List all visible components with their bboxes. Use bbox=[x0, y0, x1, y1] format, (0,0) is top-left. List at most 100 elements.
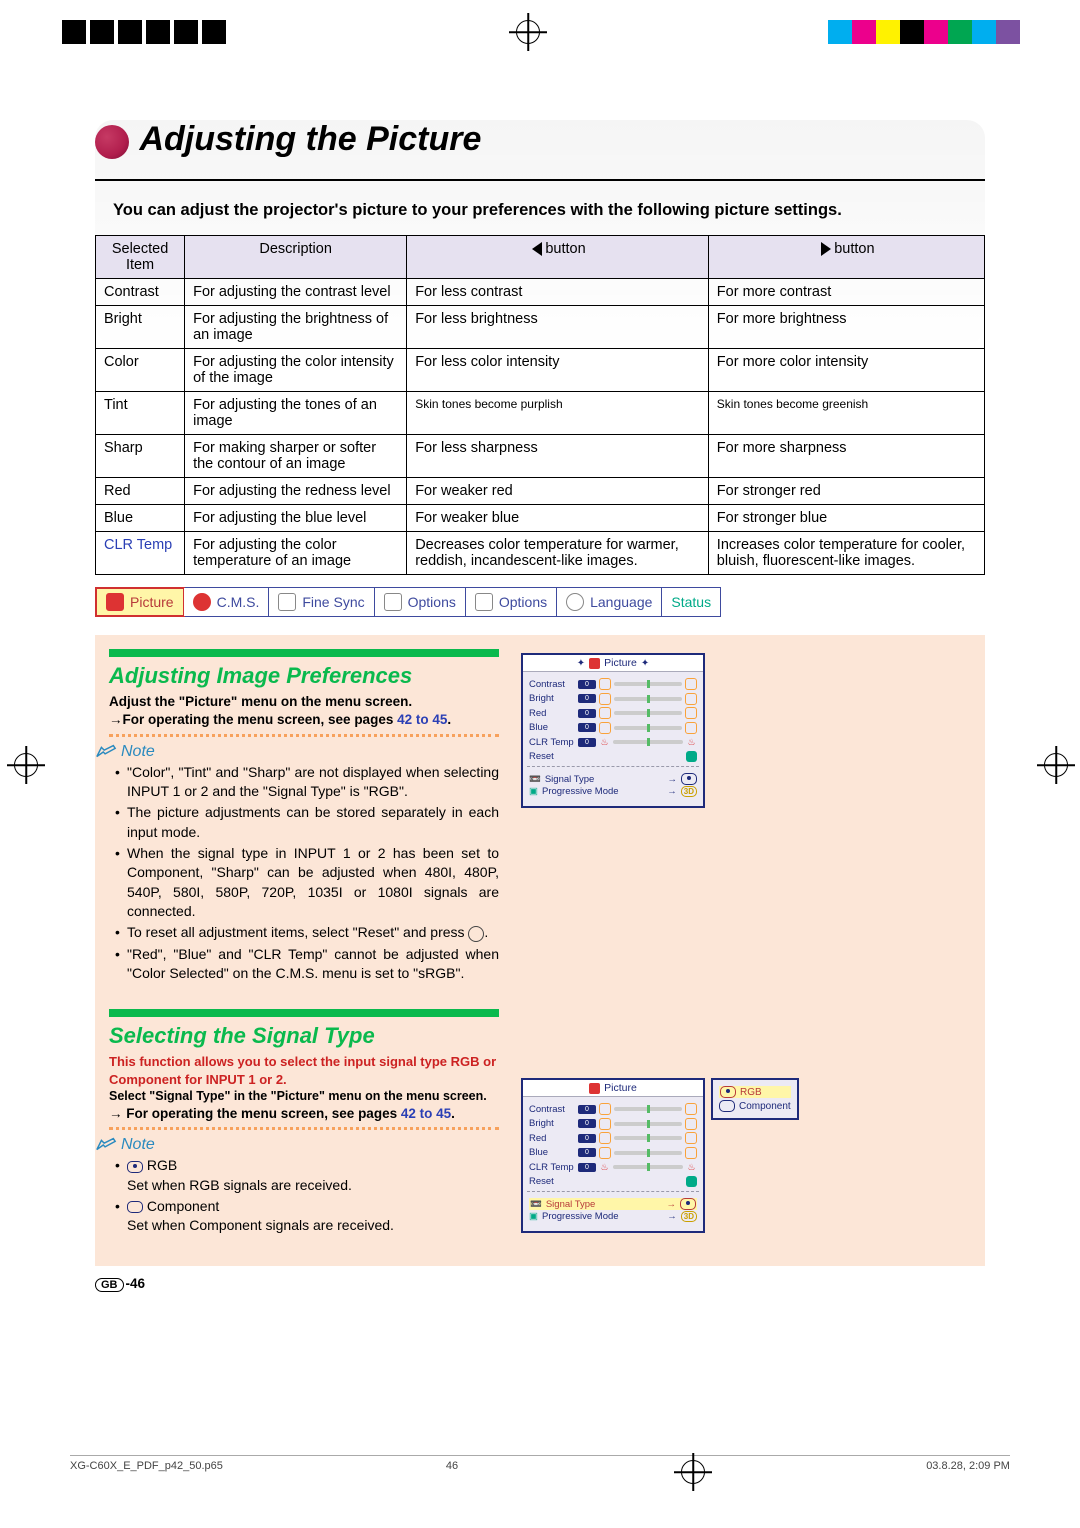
th-left-button: button bbox=[407, 236, 709, 279]
options-icon bbox=[384, 593, 402, 611]
table-row: TintFor adjusting the tones of an imageS… bbox=[96, 392, 985, 435]
slider-max-icon bbox=[685, 707, 697, 719]
tab-picture[interactable]: Picture bbox=[95, 587, 185, 617]
menu-tab-strip: Picture C.M.S. Fine Sync Options Options… bbox=[95, 587, 721, 617]
rgb-symbol-icon bbox=[720, 1086, 736, 1098]
note-item: "Color", "Tint" and "Sharp" are not disp… bbox=[115, 763, 499, 802]
cell-desc: For adjusting the blue level bbox=[185, 505, 407, 532]
cell-desc: For making sharper or softer the contour… bbox=[185, 435, 407, 478]
cell-right: For more brightness bbox=[708, 306, 984, 349]
tab-status[interactable]: Status bbox=[662, 588, 720, 616]
sec2-red-text: This function allows you to select the i… bbox=[109, 1053, 499, 1088]
osd-progressive[interactable]: ▣Progressive Mode→3D bbox=[529, 1211, 697, 1222]
section-title-signal: Selecting the Signal Type bbox=[109, 1023, 499, 1049]
cool-icon: ♨ bbox=[686, 737, 697, 748]
page-link[interactable]: 42 to 45 bbox=[397, 712, 447, 727]
osd-slider-row[interactable]: Contrast0 bbox=[529, 678, 697, 691]
cell-item: Tint bbox=[96, 392, 185, 435]
slider-min-icon bbox=[599, 722, 611, 734]
slider-max-icon bbox=[685, 1118, 697, 1130]
note-item: The picture adjustments can be stored se… bbox=[115, 803, 499, 842]
tab-language[interactable]: Language bbox=[557, 588, 662, 616]
tab-options1[interactable]: Options bbox=[375, 588, 466, 616]
picture-icon bbox=[589, 1083, 600, 1094]
osd-slider-row[interactable]: Blue0 bbox=[529, 1146, 697, 1159]
cell-item: Sharp bbox=[96, 435, 185, 478]
enter-icon bbox=[686, 751, 697, 762]
cell-left: For less color intensity bbox=[407, 349, 709, 392]
footer-date: 03.8.28, 2:09 PM bbox=[926, 1460, 1010, 1482]
sec1-instr1: Adjust the "Picture" menu on the menu sc… bbox=[109, 693, 499, 711]
table-row: RedFor adjusting the redness levelFor we… bbox=[96, 478, 985, 505]
slider-min-icon bbox=[599, 707, 611, 719]
cell-desc: For adjusting the tones of an image bbox=[185, 392, 407, 435]
triangle-left-icon bbox=[532, 242, 542, 256]
osd-picture-menu-2: Picture Contrast0Bright0 Red0Blue0 CLR Tem… bbox=[521, 1078, 705, 1233]
cell-left: For less sharpness bbox=[407, 435, 709, 478]
popup-rgb[interactable]: RGB bbox=[719, 1086, 791, 1098]
slider-max-icon bbox=[685, 678, 697, 690]
enter-button-icon bbox=[468, 926, 484, 942]
slider-max-icon bbox=[685, 722, 697, 734]
registration-squares-left bbox=[60, 20, 228, 44]
osd-slider-row[interactable]: CLR Temp0♨♨ bbox=[529, 1161, 697, 1174]
tab-finesync[interactable]: Fine Sync bbox=[269, 588, 374, 616]
rgb-symbol-icon bbox=[681, 773, 697, 785]
osd-slider-row[interactable]: Bright0 bbox=[529, 1117, 697, 1130]
cell-item: CLR Temp bbox=[96, 532, 185, 575]
note-item: To reset all adjustment items, select "R… bbox=[115, 923, 499, 942]
slider-max-icon bbox=[685, 1103, 697, 1115]
table-row: BlueFor adjusting the blue levelFor weak… bbox=[96, 505, 985, 532]
osd-slider-row[interactable]: Contrast0 bbox=[529, 1103, 697, 1116]
tab-options2[interactable]: Options bbox=[466, 588, 557, 616]
slider-min-icon bbox=[599, 1103, 611, 1115]
cell-desc: For adjusting the color temperature of a… bbox=[185, 532, 407, 575]
cell-desc: For adjusting the color intensity of the… bbox=[185, 349, 407, 392]
footer-filename: XG-C60X_E_PDF_p42_50.p65 bbox=[70, 1460, 223, 1482]
enter-icon bbox=[686, 1176, 697, 1187]
cell-item: Red bbox=[96, 478, 185, 505]
th-desc: Description bbox=[185, 236, 407, 279]
osd-slider-row[interactable]: Red0 bbox=[529, 707, 697, 720]
registration-color-bar bbox=[828, 20, 1020, 44]
footer-page: 46 bbox=[446, 1460, 458, 1482]
registration-target-top bbox=[516, 20, 540, 44]
tab-cms[interactable]: C.M.S. bbox=[184, 588, 270, 616]
osd-reset[interactable]: Reset bbox=[529, 1175, 697, 1188]
cell-desc: For adjusting the brightness of an image bbox=[185, 306, 407, 349]
triangle-right-icon bbox=[821, 242, 831, 256]
page-number: GB-46 bbox=[95, 1276, 985, 1292]
page-link[interactable]: 42 to 45 bbox=[401, 1106, 451, 1121]
cell-item: Blue bbox=[96, 505, 185, 532]
dotted-rule bbox=[109, 1127, 499, 1130]
options-icon bbox=[475, 593, 493, 611]
osd-reset[interactable]: Reset bbox=[529, 750, 697, 763]
popup-component[interactable]: Component bbox=[719, 1100, 791, 1112]
slider-min-icon bbox=[599, 1132, 611, 1144]
osd-slider-row[interactable]: Bright0 bbox=[529, 692, 697, 705]
osd-slider-row[interactable]: CLR Temp0♨♨ bbox=[529, 736, 697, 749]
th-item: Selected Item bbox=[96, 236, 185, 279]
cell-right: For more contrast bbox=[708, 279, 984, 306]
sec2-notes: RGBSet when RGB signals are received. Co… bbox=[109, 1156, 499, 1235]
osd-picture-menu-1: ✦Picture✦ Contrast0Bright0Red0Blue0CLR T… bbox=[521, 653, 705, 808]
print-footer: XG-C60X_E_PDF_p42_50.p65 46 03.8.28, 2:0… bbox=[70, 1455, 1010, 1482]
registration-target-left bbox=[14, 753, 36, 775]
slider-min-icon bbox=[599, 693, 611, 705]
language-icon bbox=[566, 593, 584, 611]
table-row: ColorFor adjusting the color intensity o… bbox=[96, 349, 985, 392]
osd-slider-row[interactable]: Blue0 bbox=[529, 721, 697, 734]
page-title: Adjusting the Picture bbox=[139, 120, 481, 159]
finesync-icon bbox=[278, 593, 296, 611]
printer-crop-marks-top bbox=[60, 20, 1020, 44]
osd-slider-row[interactable]: Red0 bbox=[529, 1132, 697, 1145]
osd-header: Picture bbox=[523, 1080, 703, 1097]
note-label: Note bbox=[95, 743, 499, 761]
osd-progressive[interactable]: ▣Progressive Mode→3D bbox=[529, 786, 697, 797]
th-right-button: button bbox=[708, 236, 984, 279]
slider-min-icon bbox=[599, 1147, 611, 1159]
picture-icon bbox=[589, 658, 600, 669]
osd-signal-type-selected[interactable]: 📼Signal Type→ bbox=[529, 1198, 697, 1210]
cell-right: For more sharpness bbox=[708, 435, 984, 478]
osd-signal-type[interactable]: 📼Signal Type→ bbox=[529, 773, 697, 785]
